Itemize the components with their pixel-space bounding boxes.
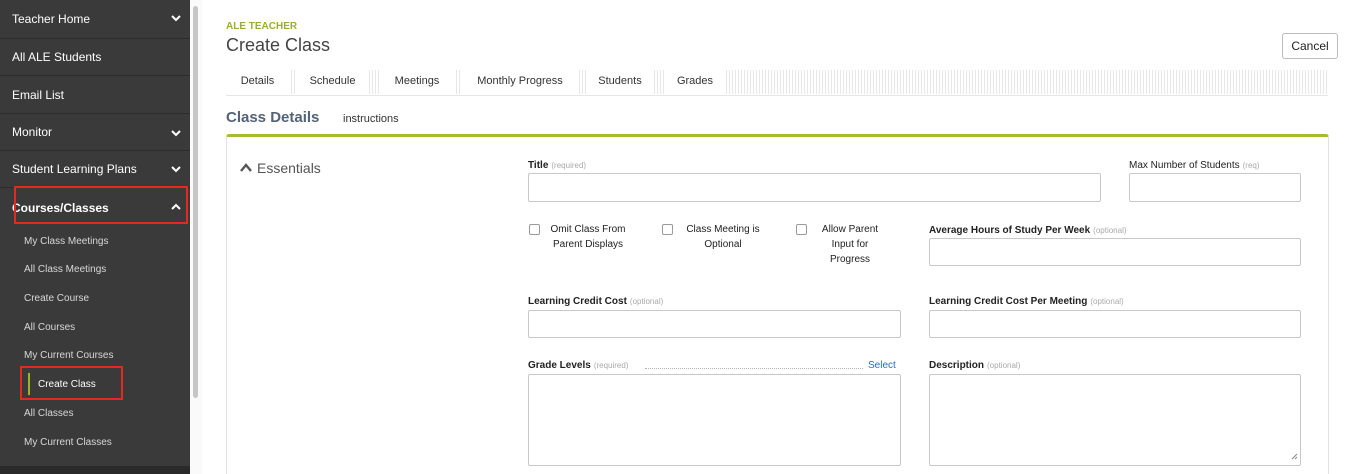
meeting-optional-label: Class Meeting is Optional	[676, 222, 770, 252]
sidebar-item-email-list[interactable]: Email List	[12, 88, 190, 102]
sidebar-divider	[0, 75, 190, 76]
grade-levels-select-link[interactable]: Select	[868, 360, 896, 371]
section-title: Class Details	[226, 109, 320, 126]
sidebar-item-student-learning-plans[interactable]: Student Learning Plans	[12, 162, 190, 176]
sidebar-subitem-create-course[interactable]: Create Course	[24, 293, 89, 304]
meeting-optional-label-line2: Optional	[704, 239, 742, 250]
allow-parent-input-label-line1: Allow Parent	[821, 224, 879, 235]
title-input[interactable]	[528, 173, 1101, 202]
chevron-down-icon	[171, 166, 181, 173]
sidebar-subitem-all-class-meetings[interactable]: All Class Meetings	[24, 264, 106, 275]
tab-grades[interactable]: Grades	[665, 70, 725, 94]
sidebar: Teacher Home All ALE Students Email List…	[0, 0, 190, 474]
sidebar-footer	[0, 466, 190, 474]
max-students-label: Max Number of Students (req)	[1129, 160, 1260, 171]
page-title: Create Class	[226, 35, 331, 55]
avg-hours-label: Average Hours of Study Per Week (optional…	[929, 225, 1127, 236]
app-label: ALE TEACHER	[226, 21, 298, 32]
meeting-optional-checkbox[interactable]	[662, 224, 673, 235]
omit-class-label-line1: Omit Class From	[550, 224, 626, 235]
tab-details[interactable]: Details	[226, 70, 289, 94]
avg-hours-input[interactable]	[929, 238, 1301, 266]
sidebar-subitem-my-current-courses[interactable]: My Current Courses	[24, 350, 113, 361]
avg-hours-label-text: Average Hours of Study Per Week	[929, 225, 1091, 236]
max-students-input[interactable]	[1129, 173, 1301, 202]
allow-parent-input-label-line2: Input for	[831, 239, 869, 250]
sidebar-scrollbar-thumb[interactable]	[193, 6, 198, 398]
tab-monthly-progress[interactable]: Monthly Progress	[462, 70, 578, 94]
credit-cost-meeting-input[interactable]	[929, 310, 1301, 338]
sidebar-subitem-all-courses[interactable]: All Courses	[24, 322, 75, 333]
grade-levels-label-text: Grade Levels	[528, 360, 591, 371]
description-hint: (optional)	[987, 361, 1021, 370]
sidebar-divider	[0, 113, 190, 114]
credit-cost-meeting-hint: (optional)	[1090, 297, 1124, 306]
allow-parent-input-checkbox[interactable]	[796, 224, 807, 235]
meeting-optional-label-line1: Class Meeting is	[686, 224, 760, 235]
description-textarea[interactable]	[929, 374, 1301, 466]
description-label-text: Description	[929, 360, 985, 371]
cancel-button[interactable]: Cancel	[1282, 33, 1338, 59]
tab-meetings[interactable]: Meetings	[380, 70, 454, 94]
title-label: Title (required)	[528, 160, 586, 171]
omit-class-label-line2: Parent Displays	[552, 239, 624, 250]
sidebar-subitem-my-current-classes[interactable]: My Current Classes	[24, 437, 112, 448]
instructions-link[interactable]: instructions	[343, 113, 399, 125]
max-students-label-text: Max Number of Students	[1129, 160, 1240, 171]
grade-levels-box[interactable]	[528, 374, 901, 466]
sidebar-subitem-all-classes[interactable]: All Classes	[24, 408, 73, 419]
credit-cost-label: Learning Credit Cost (optional)	[528, 296, 663, 307]
sidebar-item-teacher-home[interactable]: Teacher Home	[12, 12, 190, 26]
resize-handle-icon[interactable]	[1290, 452, 1298, 460]
sidebar-item-label: Teacher Home	[12, 12, 91, 26]
sidebar-item-all-ale-students[interactable]: All ALE Students	[12, 50, 190, 64]
avg-hours-hint: (optional)	[1093, 226, 1127, 235]
essentials-title[interactable]: Essentials	[257, 160, 321, 176]
grade-levels-label: Grade Levels (required)	[528, 360, 629, 371]
sidebar-divider	[0, 38, 190, 39]
chevron-down-icon	[171, 15, 181, 22]
tab-schedule[interactable]: Schedule	[297, 70, 368, 94]
title-hint: (required)	[551, 161, 587, 170]
grade-levels-hint: (required)	[593, 361, 629, 370]
sidebar-divider	[0, 150, 190, 151]
sidebar-item-monitor[interactable]: Monitor	[12, 125, 190, 139]
title-label-text: Title	[528, 160, 549, 171]
omit-class-label: Omit Class From Parent Displays	[542, 222, 634, 252]
highlight-box-courses-classes	[14, 186, 188, 224]
description-label: Description (optional)	[929, 360, 1020, 371]
sidebar-item-label: Student Learning Plans	[12, 162, 137, 176]
dotted-leader	[645, 368, 863, 369]
tab-students[interactable]: Students	[586, 70, 654, 94]
allow-parent-input-label: Allow Parent Input for Progress	[810, 222, 890, 267]
highlight-box-create-class	[20, 366, 123, 400]
sidebar-item-label: Email List	[12, 88, 65, 102]
sidebar-subitem-my-class-meetings[interactable]: My Class Meetings	[24, 236, 108, 247]
tab-underline	[226, 95, 1328, 96]
credit-cost-hint: (optional)	[629, 297, 664, 306]
chevron-down-icon	[171, 130, 181, 137]
credit-cost-label-text: Learning Credit Cost	[528, 296, 627, 307]
credit-cost-meeting-label-text: Learning Credit Cost Per Meeting	[929, 296, 1088, 307]
sidebar-item-label: Monitor	[12, 125, 53, 139]
caret-up-icon[interactable]	[240, 163, 252, 173]
max-students-hint: (req)	[1242, 161, 1260, 170]
credit-cost-meeting-label: Learning Credit Cost Per Meeting (optiona…	[929, 296, 1124, 307]
sidebar-item-label: All ALE Students	[12, 50, 102, 64]
credit-cost-input[interactable]	[528, 310, 901, 338]
omit-class-checkbox[interactable]	[529, 224, 540, 235]
allow-parent-input-label-line3: Progress	[829, 254, 870, 265]
